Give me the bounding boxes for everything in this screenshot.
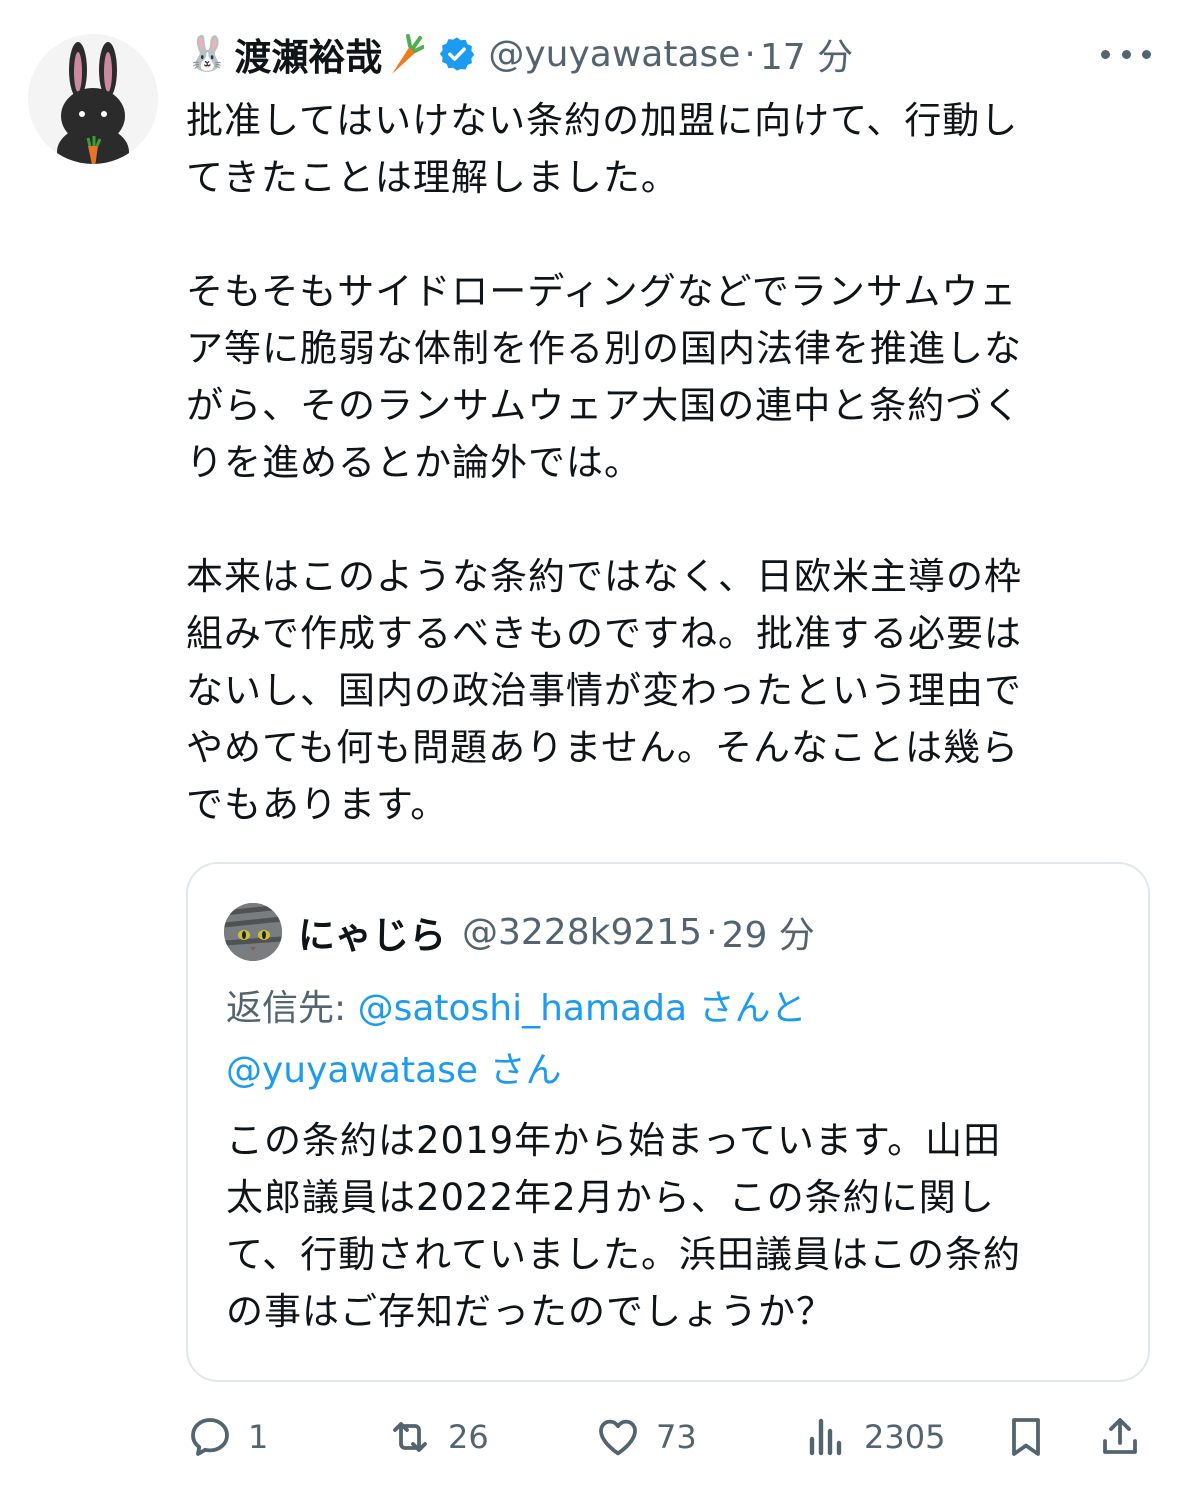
mention-suffix: さん (489, 1050, 562, 1091)
separator-dot: · (706, 911, 718, 953)
mention-satoshi-hamada[interactable]: @satoshi_hamada (358, 988, 687, 1029)
tweet-header: 🐰 渡瀬裕哉 @yuyawatase · 17 分 (186, 26, 1139, 82)
separator-dot: · (744, 33, 756, 75)
views-button[interactable]: 2305 (802, 1402, 945, 1472)
quoted-timestamp: 29 分 (721, 915, 815, 956)
quoted-tweet[interactable]: にゃじら @3228k9215 · 29 分 返信先: @satoshi_ham… (186, 862, 1150, 1382)
author-handle[interactable]: @yuyawatase (488, 34, 740, 75)
verified-badge-icon[interactable] (438, 35, 476, 73)
mention-suffix: さんと (698, 988, 807, 1029)
retweet-icon (393, 1422, 427, 1452)
tweet-body: 批准してはいけない条約の加盟に向けて、行動し てきたことは理解しました。 そもそ… (186, 99, 1022, 826)
reply-button[interactable]: 1 (186, 1402, 268, 1472)
quoted-author-name: にゃじら (298, 914, 446, 957)
reply-to-line: 返信先: @satoshi_hamada さんと @yuyawatase さん (226, 978, 1126, 1102)
quoted-tweet-header: にゃじら @3228k9215 · 29 分 (224, 902, 815, 962)
author-avatar[interactable] (28, 34, 158, 164)
quoted-author-avatar[interactable] (224, 903, 282, 961)
mention-yuyawatase[interactable]: @yuyawatase (226, 1050, 478, 1091)
reply-to-label: 返信先: (226, 988, 358, 1029)
reply-count: 1 (248, 1418, 269, 1456)
carrot-emoji-icon (392, 34, 425, 74)
rabbit-emoji-icon: 🐰 (186, 34, 229, 74)
reply-icon (191, 1418, 229, 1456)
like-button[interactable]: 73 (594, 1402, 697, 1472)
bookmark-icon (1012, 1418, 1040, 1456)
action-bar: 1 26 73 2305 (186, 1402, 1146, 1472)
tweet-timestamp[interactable]: 17 分 (760, 28, 853, 80)
like-count: 73 (656, 1418, 697, 1456)
share-button[interactable] (1096, 1402, 1144, 1472)
heart-icon (599, 1419, 637, 1456)
more-options-icon[interactable] (1101, 44, 1151, 64)
retweet-count: 26 (448, 1418, 489, 1456)
bookmark-button[interactable] (1002, 1402, 1050, 1472)
share-icon (1103, 1418, 1137, 1454)
views-chart-icon (809, 1418, 842, 1456)
cat-avatar-icon (224, 903, 282, 961)
black-rabbit-avatar-icon (28, 34, 158, 164)
author-name[interactable]: 渡瀬裕哉 (234, 27, 382, 81)
quoted-author-handle: @3228k9215 (462, 911, 703, 953)
views-count: 2305 (864, 1418, 946, 1456)
quoted-tweet-body: この条約は2019年から始まっています。山田 太郎議員は2022年2月から、この… (226, 1119, 1022, 1333)
retweet-button[interactable]: 26 (386, 1402, 489, 1472)
